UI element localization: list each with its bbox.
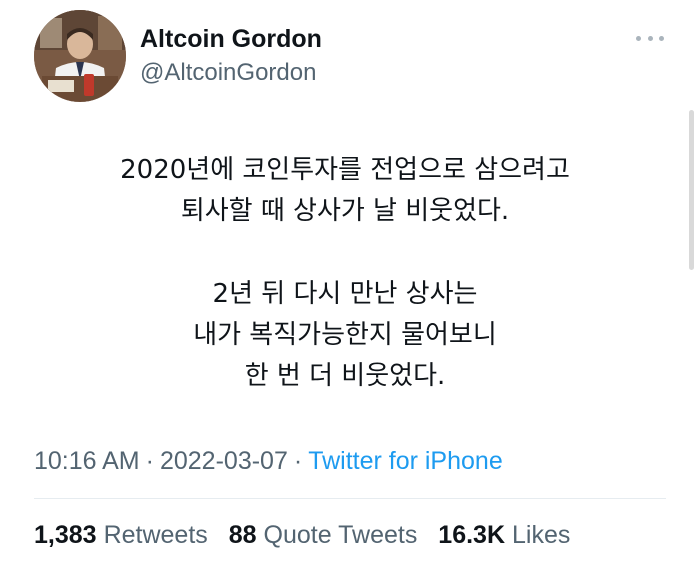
more-horizontal-icon[interactable]	[634, 28, 666, 48]
meta-separator: ·	[145, 447, 154, 475]
retweets-count: 1,383	[34, 521, 97, 549]
meta-separator: ·	[293, 447, 303, 475]
likes-label: Likes	[512, 521, 571, 549]
retweets-label: Retweets	[103, 521, 208, 549]
avatar[interactable]	[34, 10, 126, 102]
quote-tweets-stat[interactable]: 88 Quote Tweets	[229, 521, 418, 549]
tweet-date[interactable]: 2022-03-07	[160, 447, 288, 475]
tweet-time[interactable]: 10:16 AM	[34, 447, 140, 475]
user-handle[interactable]: @AltcoinGordon	[140, 58, 316, 88]
tweet-text: 2020년에 코인투자를 전업으로 삼으려고 퇴사할 때 상사가 날 비웃었다.…	[20, 150, 670, 397]
tweet-stats: 1,383 Retweets 88 Quote Tweets 16.3K Likes	[34, 520, 570, 550]
dot	[659, 35, 664, 41]
tweet-line: 내가 복직가능한지 물어보니	[193, 320, 497, 350]
tweet-line: 퇴사할 때 상사가 날 비웃었다.	[180, 196, 510, 226]
tweet-line: 2년 뒤 다시 만난 상사는	[212, 279, 478, 309]
scrollbar-thumb[interactable]	[689, 110, 694, 270]
likes-stat[interactable]: 16.3K Likes	[438, 521, 570, 549]
tweet-meta: 10:16 AM · 2022-03-07 · Twitter for iPhone	[34, 446, 503, 476]
dot	[636, 35, 641, 41]
tweet-line-break	[20, 232, 670, 274]
divider	[34, 498, 666, 499]
tweet-line: 2020년에 코인투자를 전업으로 삼으려고	[120, 155, 570, 185]
retweets-stat[interactable]: 1,383 Retweets	[34, 521, 208, 549]
tweet-line: 한 번 더 비웃었다.	[244, 361, 446, 391]
quote-tweets-label: Quote Tweets	[263, 521, 418, 549]
tweet-card: Altcoin Gordon @AltcoinGordon 2020년에 코인투…	[0, 0, 700, 568]
dot	[647, 35, 653, 41]
quote-tweets-count: 88	[228, 521, 257, 549]
user-display-name[interactable]: Altcoin Gordon	[140, 24, 322, 54]
likes-count: 16.3K	[438, 521, 506, 549]
tweet-source-link[interactable]: Twitter for iPhone	[308, 447, 503, 475]
profile-photo-image	[34, 10, 126, 102]
